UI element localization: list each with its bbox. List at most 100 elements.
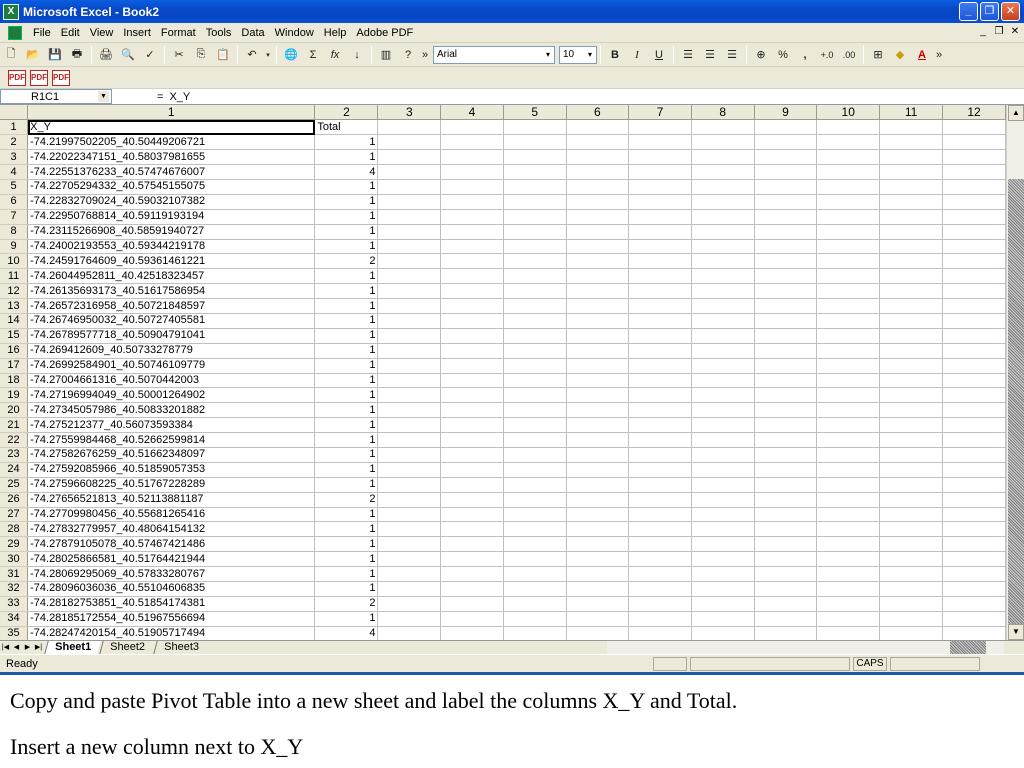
cell[interactable] — [377, 596, 442, 612]
cell[interactable] — [691, 611, 755, 627]
cell[interactable] — [879, 626, 943, 640]
cell[interactable] — [879, 387, 943, 404]
row-header[interactable]: 34 — [0, 611, 29, 627]
cell[interactable] — [377, 611, 442, 627]
cell-x-y[interactable]: -74.27709980456_40.55681265416 — [27, 507, 316, 523]
cell[interactable] — [628, 343, 692, 359]
autosum-icon[interactable]: Σ — [303, 45, 323, 65]
menu-view[interactable]: View — [85, 27, 119, 39]
cell[interactable] — [879, 134, 943, 151]
cell[interactable] — [377, 194, 442, 210]
cell[interactable] — [691, 447, 755, 463]
cell[interactable] — [816, 209, 881, 225]
cell[interactable] — [503, 343, 567, 359]
cell-total[interactable]: Total — [314, 119, 379, 136]
cell[interactable] — [628, 253, 692, 270]
horizontal-scrollbar[interactable] — [607, 641, 1004, 654]
cell[interactable] — [879, 194, 943, 210]
cell[interactable] — [691, 581, 755, 597]
row-header[interactable]: 2 — [0, 134, 29, 151]
cell[interactable] — [879, 209, 943, 225]
menu-help[interactable]: Help — [319, 27, 352, 39]
close-button[interactable]: ✕ — [1001, 2, 1020, 21]
cell[interactable] — [628, 298, 692, 314]
cell-total[interactable]: 1 — [314, 343, 379, 359]
prev-sheet-icon[interactable]: ◀ — [11, 642, 22, 654]
toolbar-options-icon[interactable]: » — [420, 45, 430, 65]
font-color-icon[interactable]: A — [912, 45, 932, 65]
cell[interactable] — [816, 432, 881, 448]
cell-x-y[interactable]: -74.27582676259_40.51662348097 — [27, 447, 316, 463]
cell[interactable] — [440, 373, 504, 389]
column-header[interactable]: 8 — [691, 105, 755, 121]
cell-x-y[interactable]: -74.22832709024_40.59032107382 — [27, 194, 316, 210]
cell[interactable] — [816, 358, 881, 374]
cell-x-y[interactable]: -74.275212377_40.56073593384 — [27, 417, 316, 434]
cell[interactable] — [942, 536, 1006, 553]
cell[interactable] — [377, 358, 442, 374]
cut-icon[interactable]: ✂ — [169, 45, 189, 65]
cell[interactable] — [879, 417, 943, 434]
cell[interactable] — [879, 596, 943, 612]
cell[interactable] — [566, 373, 630, 389]
cell[interactable] — [942, 194, 1006, 210]
cell[interactable] — [440, 596, 504, 612]
row-header[interactable]: 10 — [0, 253, 29, 270]
cell[interactable] — [566, 224, 630, 240]
cell[interactable] — [628, 611, 692, 627]
cell[interactable] — [628, 119, 692, 136]
cell[interactable] — [377, 164, 442, 180]
cell[interactable] — [566, 194, 630, 210]
cell[interactable] — [754, 507, 818, 523]
cell[interactable] — [754, 149, 818, 166]
cell-total[interactable]: 1 — [314, 432, 379, 448]
increase-decimal-icon[interactable]: +.0 — [817, 45, 837, 65]
cell-x-y[interactable]: -74.27559984468_40.52662599814 — [27, 432, 316, 448]
cell-x-y[interactable]: -74.26746950032_40.50727405581 — [27, 313, 316, 329]
row-header[interactable]: 9 — [0, 239, 29, 255]
cell[interactable] — [879, 521, 943, 538]
column-header[interactable]: 6 — [566, 105, 630, 121]
cell[interactable] — [816, 447, 881, 463]
cell[interactable] — [816, 581, 881, 597]
cell[interactable] — [628, 432, 692, 448]
cell[interactable] — [377, 328, 442, 344]
cell-x-y[interactable]: -74.27596608225_40.51767228289 — [27, 477, 316, 493]
cell[interactable] — [754, 358, 818, 374]
cell[interactable] — [628, 447, 692, 463]
cell[interactable] — [377, 343, 442, 359]
cell[interactable] — [440, 536, 504, 553]
cell-x-y[interactable]: -74.26572316958_40.50721848597 — [27, 298, 316, 314]
cell-x-y[interactable]: X_Y — [27, 119, 316, 136]
cell[interactable] — [628, 626, 692, 640]
cell[interactable] — [566, 611, 630, 627]
cell[interactable] — [879, 477, 943, 493]
row-header[interactable]: 8 — [0, 224, 29, 240]
cell[interactable] — [879, 343, 943, 359]
cell[interactable] — [942, 224, 1006, 240]
cell[interactable] — [691, 521, 755, 538]
menu-data[interactable]: Data — [236, 27, 269, 39]
cell[interactable] — [942, 521, 1006, 538]
row-header[interactable]: 33 — [0, 596, 29, 612]
column-header[interactable]: 3 — [377, 105, 442, 121]
cell[interactable] — [566, 596, 630, 612]
cell[interactable] — [377, 253, 442, 270]
cell-total[interactable]: 4 — [314, 626, 379, 640]
menu-format[interactable]: Format — [156, 27, 201, 39]
cell[interactable] — [566, 432, 630, 448]
cell[interactable] — [879, 119, 943, 136]
sheet-tab-sheet1[interactable]: Sheet1 — [44, 641, 101, 654]
cell[interactable] — [440, 507, 504, 523]
cell[interactable] — [691, 417, 755, 434]
undo-icon[interactable]: ↶ — [242, 45, 262, 65]
cell[interactable] — [879, 149, 943, 166]
cell[interactable] — [628, 373, 692, 389]
cell[interactable] — [503, 611, 567, 627]
row-header[interactable]: 26 — [0, 492, 29, 508]
cell[interactable] — [754, 283, 818, 300]
italic-button[interactable]: I — [627, 45, 647, 65]
cell[interactable] — [691, 283, 755, 300]
open-icon[interactable]: 📂 — [23, 45, 43, 65]
cell-total[interactable]: 1 — [314, 402, 379, 419]
